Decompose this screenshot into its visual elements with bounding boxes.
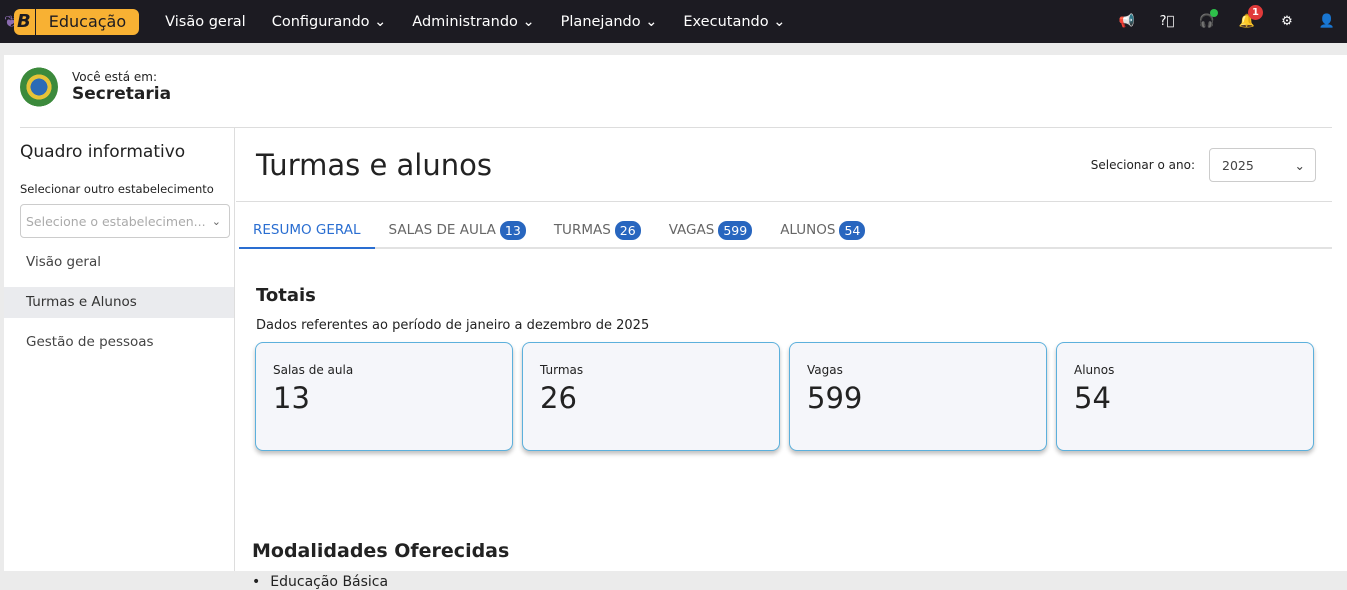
totals-heading: Totais	[256, 285, 316, 306]
card-label: Turmas	[540, 363, 584, 377]
select-placeholder: Selecione o estabelecimen...	[26, 213, 206, 229]
card-label: Salas de aula	[273, 363, 354, 377]
stat-card-alunos: Alunos 54	[1056, 342, 1314, 451]
sidebar-item-visao-geral[interactable]: Visão geral	[4, 247, 234, 278]
nav-visao-geral[interactable]: Visão geral	[165, 14, 246, 30]
establishment-select-label: Selecionar outro estabelecimento	[20, 182, 214, 196]
tab-vagas[interactable]: VAGAS 599	[655, 210, 767, 249]
stat-card-vagas: Vagas 599	[789, 342, 1047, 451]
tab-turmas[interactable]: TURMAS 26	[540, 210, 655, 249]
headset-icon[interactable]: 🎧	[1187, 9, 1227, 29]
user-icon[interactable]: 👤	[1307, 14, 1347, 29]
stat-card-salas: Salas de aula 13	[255, 342, 513, 451]
list-item: Educação Básica	[270, 574, 389, 590]
establishment-select[interactable]: Selecione o estabelecimen... ⌄	[20, 204, 230, 238]
chevron-down-icon: ⌄	[1294, 157, 1305, 173]
megaphone-icon[interactable]: 📢	[1107, 14, 1147, 29]
card-value: 13	[273, 381, 310, 415]
stat-card-turmas: Turmas 26	[522, 342, 780, 451]
location-name: Secretaria	[72, 84, 172, 104]
tab-alunos[interactable]: ALUNOS 54	[766, 210, 879, 249]
sidebar-title: Quadro informativo	[20, 142, 186, 162]
notification-badge: 1	[1248, 5, 1263, 20]
bell-icon[interactable]: 🔔 1	[1227, 5, 1267, 29]
count-badge: 26	[614, 221, 641, 240]
count-badge: 54	[839, 221, 866, 240]
year-select[interactable]: 2025 ⌄	[1209, 148, 1316, 182]
card-value: 599	[807, 381, 863, 415]
tab-label: TURMAS	[553, 222, 611, 238]
top-navbar: ❦ B Educação Visão geral Configurando ⌄ …	[0, 0, 1347, 43]
year-value: 2025	[1222, 157, 1254, 173]
year-select-label: Selecionar o ano:	[1090, 158, 1195, 172]
nav-planejando[interactable]: Planejando ⌄	[561, 14, 658, 30]
location-header: Você está em: Secretaria	[20, 67, 171, 107]
divider	[236, 201, 1332, 202]
sidebar-item-gestao-pessoas[interactable]: Gestão de pessoas	[4, 327, 234, 358]
totals-subtitle: Dados referentes ao período de janeiro a…	[256, 318, 650, 333]
content-panel: Você está em: Secretaria Quadro informat…	[4, 55, 1347, 590]
main-content: Turmas e alunos Selecionar o ano: 2025 ⌄ …	[236, 128, 1347, 590]
tab-resumo-geral[interactable]: RESUMO GERAL	[239, 210, 375, 249]
gears-icon[interactable]: ⚙	[1267, 14, 1307, 29]
ribbon-icon: ❦	[4, 12, 18, 31]
tab-label: ALUNOS	[780, 222, 836, 238]
tab-label: SALAS DE AULA	[388, 222, 496, 238]
sidebar: Quadro informativo Selecionar outro esta…	[4, 128, 235, 571]
tab-label: RESUMO GERAL	[253, 222, 361, 238]
chevron-down-icon: ⌄	[211, 214, 221, 228]
card-value: 54	[1074, 381, 1111, 415]
nav-configurando[interactable]: Configurando ⌄	[272, 14, 387, 30]
card-label: Alunos	[1074, 363, 1115, 377]
card-label: Vagas	[807, 363, 843, 377]
tab-salas-de-aula[interactable]: SALAS DE AULA 13	[375, 210, 540, 249]
count-badge: 599	[718, 221, 753, 240]
modalities-heading: Modalidades Oferecidas	[252, 540, 510, 562]
help-icon[interactable]: ?⃝	[1147, 14, 1187, 29]
tab-label: VAGAS	[668, 222, 715, 238]
app-name: Educação	[35, 8, 140, 35]
nav-executando[interactable]: Executando ⌄	[683, 14, 785, 30]
count-badge: 13	[499, 221, 526, 240]
nav-label: Administrando	[412, 13, 518, 30]
tabs: RESUMO GERAL SALAS DE AULA 13 TURMAS 26 VA…	[239, 210, 1332, 249]
location-label: Você está em:	[72, 70, 158, 84]
nav-label: Configurando	[271, 13, 370, 30]
nav-label: Executando	[683, 13, 769, 30]
coat-of-arms-emblem	[20, 67, 58, 107]
card-value: 26	[540, 381, 577, 415]
nav-label: Planejando	[560, 13, 641, 30]
sidebar-item-turmas-alunos[interactable]: Turmas e Alunos	[4, 287, 234, 318]
modalities-list: • Educação Básica	[252, 574, 388, 590]
nav-administrando[interactable]: Administrando ⌄	[412, 14, 534, 30]
online-status-dot	[1210, 9, 1218, 17]
bullet-icon: •	[252, 574, 261, 590]
logo-letter: B	[14, 8, 35, 35]
app-logo[interactable]: ❦ B Educação	[4, 8, 140, 35]
page-title: Turmas e alunos	[256, 148, 492, 182]
